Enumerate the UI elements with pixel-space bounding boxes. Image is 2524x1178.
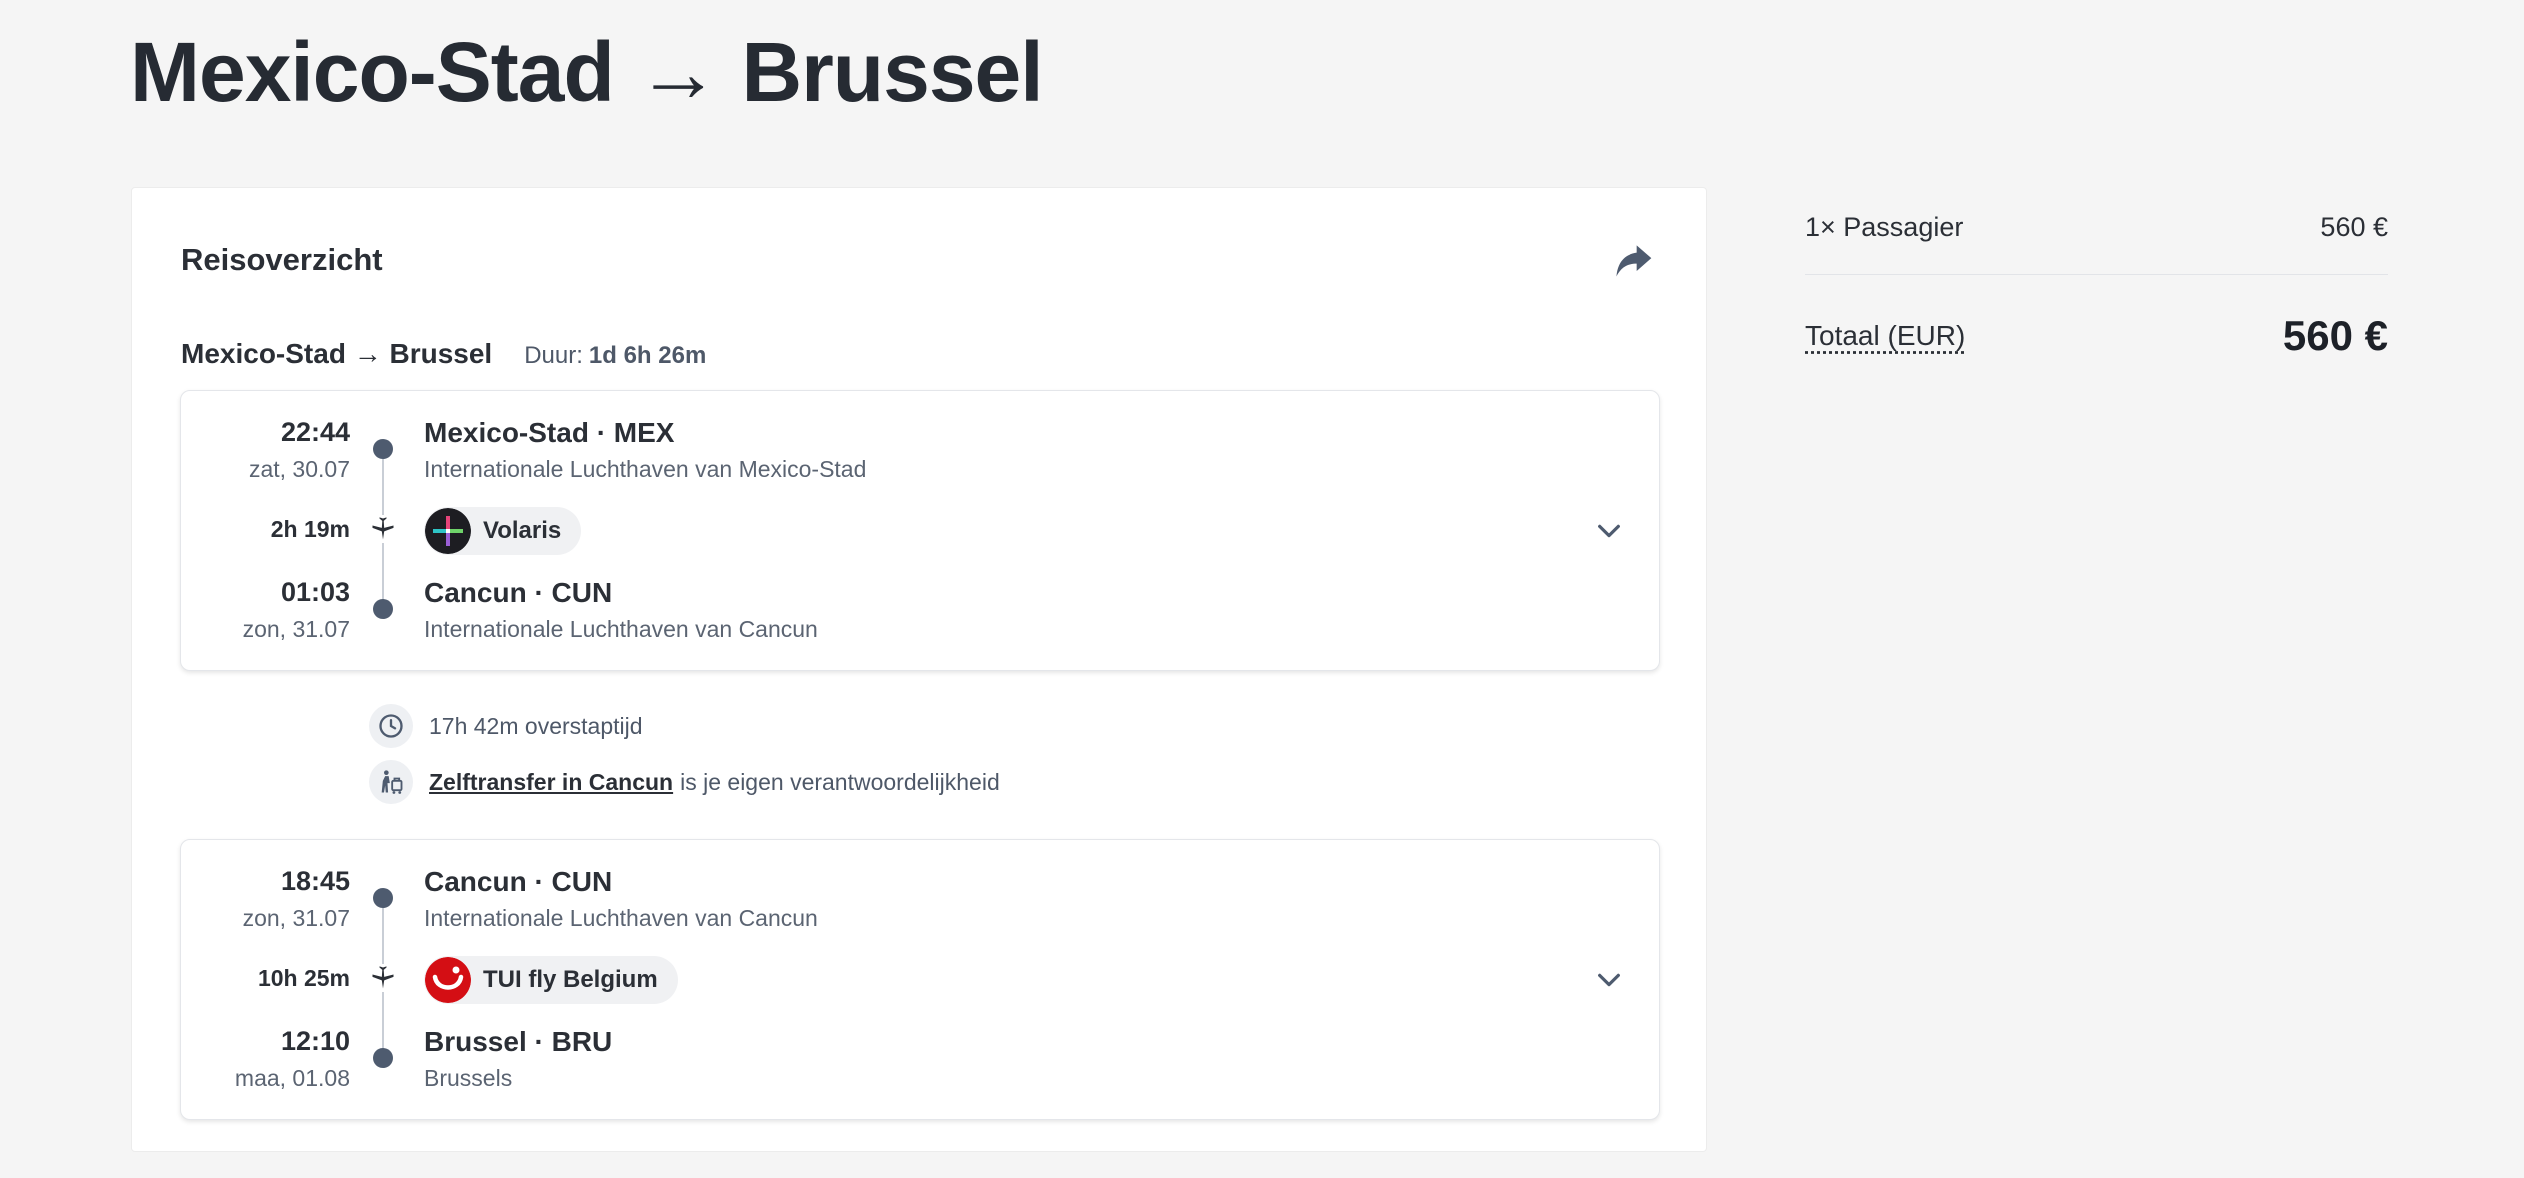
passenger-price-row: 1× Passagier 560 € — [1805, 212, 2388, 243]
arrival-place: Cancun · CUN — [424, 577, 613, 608]
departure-dot — [373, 439, 393, 459]
arrival-dot — [373, 599, 393, 619]
self-transfer-link[interactable]: Zelftransfer in Cancun — [429, 769, 673, 796]
route-title: Mexico-Stad → Brussel — [181, 338, 493, 369]
arrival-date: zon, 31.07 — [242, 616, 350, 642]
flight-segment[interactable]: 18:45 zon, 31.07 10h 25m 12:10 maa, 01.0… — [180, 839, 1660, 1120]
total-label[interactable]: Totaal (EUR) — [1805, 320, 1965, 352]
arrival-dot — [373, 1048, 393, 1068]
plane-icon — [369, 964, 397, 992]
passenger-label: 1× Passagier — [1805, 212, 1964, 242]
arrival-place: Brussel · BRU — [424, 1026, 613, 1057]
total-price: 560 € — [2282, 312, 2388, 359]
departure-airport: Internationale Luchthaven van Mexico-Sta… — [424, 456, 867, 482]
page-title: Mexico-Stad → Brussel — [130, 25, 1044, 119]
carrier-badge: TUI fly Belgium — [424, 956, 678, 1004]
flight-duration: 2h 19m — [270, 516, 350, 542]
arrival-time: 12:10 — [280, 1026, 350, 1056]
total-price-row: Totaal (EUR) 560 € — [1805, 312, 2388, 360]
tui-logo-icon — [425, 957, 471, 1003]
flight-duration: 10h 25m — [257, 965, 350, 991]
arrival-airport: Internationale Luchthaven van Cancun — [424, 616, 818, 642]
route-summary: Mexico-Stad → Brussel Duur: 1d 6h 26m — [181, 338, 706, 370]
overview-title: Reisoverzicht — [181, 242, 383, 277]
departure-date: zon, 31.07 — [242, 905, 350, 931]
carrier-badge: Volaris — [424, 507, 582, 555]
chevron-down-icon[interactable] — [1593, 515, 1625, 547]
departure-place: Mexico-Stad · MEX — [424, 417, 675, 448]
layover-time-text: 17h 42m overstaptijd — [429, 712, 643, 739]
flight-segment[interactable]: 22:44 zat, 30.07 2h 19m 01:03 zon, 31.07… — [180, 390, 1660, 671]
layover-time-row: 17h 42m overstaptijd — [369, 704, 643, 748]
duration-label: Duur: — [524, 342, 583, 369]
plane-icon — [369, 515, 397, 543]
self-transfer-note: is je eigen verantwoordelijkheid — [680, 768, 1000, 795]
trip-overview-card: Reisoverzicht Mexico-Stad → Brussel Duur… — [131, 187, 1707, 1152]
luggage-transfer-icon — [369, 760, 413, 804]
departure-time: 18:45 — [280, 866, 350, 896]
departure-date: zat, 30.07 — [248, 456, 350, 482]
carrier-name: Volaris — [483, 517, 562, 544]
departure-time: 22:44 — [280, 417, 350, 447]
arrival-airport: Brussels — [424, 1065, 513, 1091]
arrival-date: maa, 01.08 — [234, 1065, 350, 1091]
self-transfer-row: Zelftransfer in Cancun is je eigen veran… — [369, 760, 1000, 804]
volaris-logo-icon — [425, 508, 471, 554]
passenger-price: 560 € — [2320, 212, 2388, 242]
divider — [1805, 274, 2388, 275]
clock-icon — [369, 704, 413, 748]
carrier-name: TUI fly Belgium — [483, 966, 658, 993]
duration-value: 1d 6h 26m — [588, 342, 707, 369]
chevron-down-icon[interactable] — [1593, 964, 1625, 996]
share-icon[interactable] — [1611, 238, 1655, 282]
departure-place: Cancun · CUN — [424, 866, 613, 897]
departure-dot — [373, 888, 393, 908]
departure-airport: Internationale Luchthaven van Cancun — [424, 905, 818, 931]
arrival-time: 01:03 — [280, 577, 350, 607]
